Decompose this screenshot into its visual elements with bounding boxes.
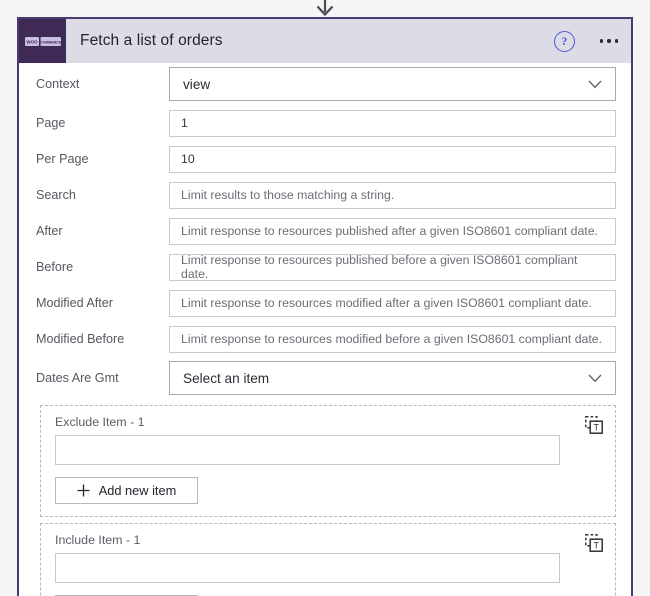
chevron-down-icon[interactable] [588, 374, 602, 383]
parameter-field-list: Context view Page 1 Per Page 10 Search Limit re… [19, 63, 631, 399]
field-value: Select an item [183, 371, 269, 386]
field-label: Before [36, 260, 169, 274]
header-actions: ? [554, 31, 631, 52]
field-value: view [183, 77, 210, 92]
field-row: Dates Are Gmt Select an item [19, 357, 631, 399]
plus-icon [77, 484, 90, 497]
flow-connector [0, 0, 650, 17]
card-header: WOO COMMERCE Fetch a list of orders ? [19, 19, 631, 63]
more-options-ellipsis-icon[interactable] [600, 39, 618, 42]
array-item-input[interactable] [55, 435, 560, 465]
field-row: Modified After Limit response to resource… [19, 285, 631, 321]
field-value: Limit response to resources published be… [181, 253, 604, 281]
field-label: Modified After [36, 296, 169, 310]
text-input-field[interactable]: Limit response to resources published af… [169, 218, 616, 245]
field-value: Limit response to resources published af… [181, 224, 598, 238]
field-value: Limit response to resources modified aft… [181, 296, 592, 310]
svg-text:T: T [593, 541, 599, 551]
dropdown-field[interactable]: view [169, 67, 616, 101]
chevron-down-icon[interactable] [588, 80, 602, 89]
field-value: 10 [181, 152, 195, 166]
field-row: Search Limit results to those matching a … [19, 177, 631, 213]
field-value: Limit results to those matching a string… [181, 188, 394, 202]
array-group-list: Exclude Item - 1TAdd new itemInclude Ite… [19, 405, 631, 596]
text-input-field[interactable]: Limit response to resources modified aft… [169, 290, 616, 317]
text-input-field[interactable]: Limit response to resources modified bef… [169, 326, 616, 353]
switch-to-text-array-icon[interactable]: T [585, 416, 603, 434]
field-row: Modified Before Limit response to resourc… [19, 321, 631, 357]
dropdown-field[interactable]: Select an item [169, 361, 616, 395]
woocommerce-logo-icon: WOO COMMERCE [25, 37, 61, 46]
text-input-field[interactable]: Limit response to resources published be… [169, 254, 616, 281]
svg-text:WOO: WOO [26, 39, 38, 44]
field-label: Dates Are Gmt [36, 371, 169, 385]
field-label: Page [36, 116, 169, 130]
svg-text:T: T [593, 423, 599, 433]
array-group: Include Item - 1TAdd new item [40, 523, 616, 596]
add-new-item-button[interactable]: Add new item [55, 477, 198, 504]
field-row: Per Page 10 [19, 141, 631, 177]
text-input-field[interactable]: 10 [169, 146, 616, 173]
field-value: Limit response to resources modified bef… [181, 332, 602, 346]
action-card: WOO COMMERCE Fetch a list of orders ? Co… [17, 17, 633, 596]
field-row: Page 1 [19, 105, 631, 141]
card-body: Context view Page 1 Per Page 10 Search Limit re… [19, 63, 631, 596]
field-label: Per Page [36, 152, 169, 166]
field-row: Context view [19, 63, 631, 105]
field-label: Search [36, 188, 169, 202]
text-input-field[interactable]: 1 [169, 110, 616, 137]
add-new-item-label: Add new item [99, 483, 177, 498]
field-label: After [36, 224, 169, 238]
field-label: Context [36, 77, 169, 91]
svg-text:COMMERCE: COMMERCE [40, 40, 61, 44]
array-group-label: Include Item - 1 [55, 533, 605, 547]
card-title: Fetch a list of orders [80, 32, 223, 50]
field-label: Modified Before [36, 332, 169, 346]
field-row: After Limit response to resources publish… [19, 213, 631, 249]
help-question-icon[interactable]: ? [554, 31, 575, 52]
text-input-field[interactable]: Limit results to those matching a string… [169, 182, 616, 209]
field-value: 1 [181, 116, 188, 130]
field-row: Before Limit response to resources publis… [19, 249, 631, 285]
woocommerce-logo: WOO COMMERCE [19, 19, 66, 63]
switch-to-text-array-icon[interactable]: T [585, 534, 603, 552]
array-group-label: Exclude Item - 1 [55, 415, 605, 429]
array-item-input[interactable] [55, 553, 560, 583]
array-group: Exclude Item - 1T Add new item [40, 405, 616, 517]
